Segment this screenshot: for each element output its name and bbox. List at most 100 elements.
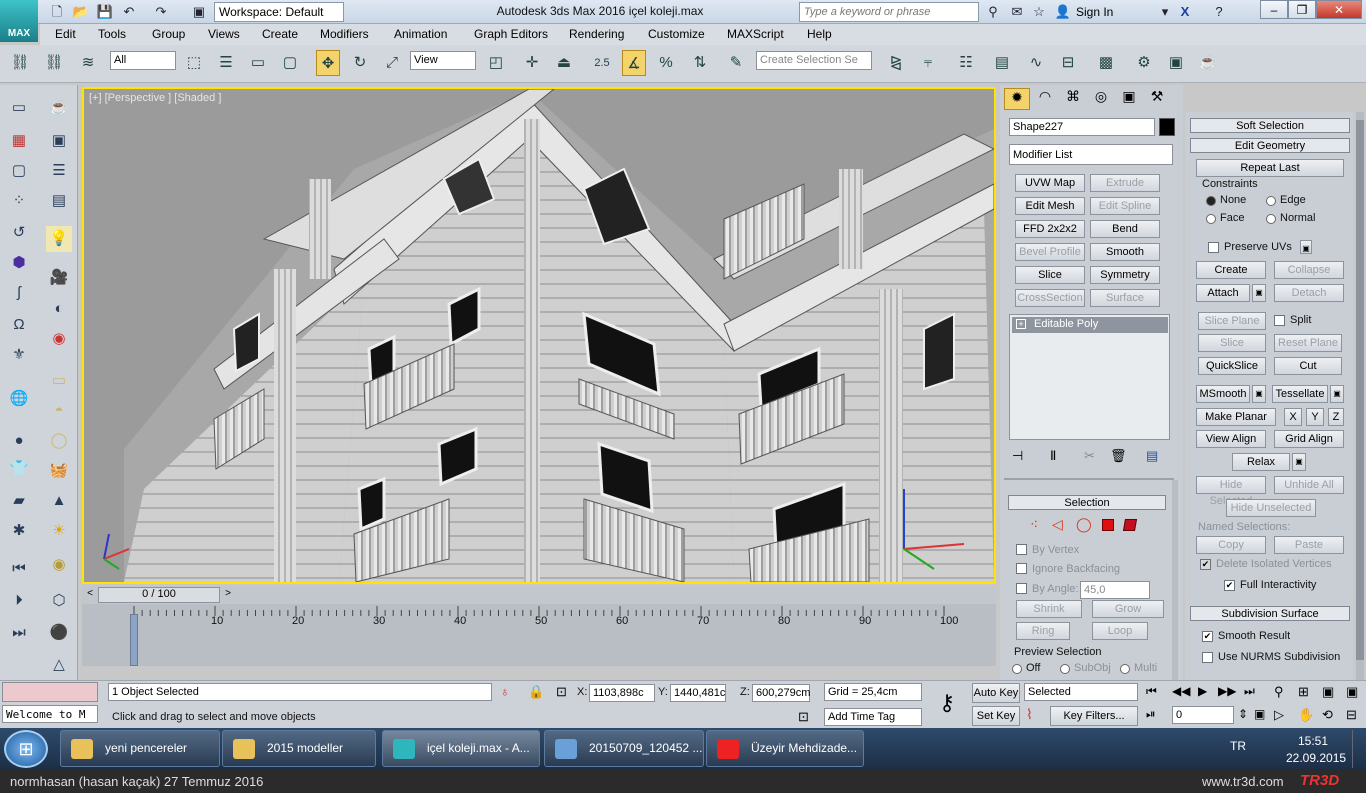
cloth-icon[interactable]: 👕: [6, 456, 32, 482]
geosphere-icon[interactable]: ⬢: [6, 250, 32, 276]
redo-icon[interactable]: ↷: [152, 3, 170, 20]
slice-plane-button[interactable]: Slice Plane: [1198, 312, 1266, 330]
scale-icon[interactable]: ⤢: [380, 50, 404, 76]
next-panel-icon[interactable]: ⏭: [6, 620, 32, 646]
current-frame-field[interactable]: 0: [1172, 706, 1234, 724]
selection-lock-icon[interactable]: 🔒: [528, 684, 544, 700]
attach-list-icon[interactable]: ▣: [1252, 284, 1266, 302]
msmooth-settings-icon[interactable]: ▣: [1252, 385, 1266, 403]
chevron-down-icon[interactable]: ▾: [1156, 3, 1174, 20]
menu-views[interactable]: Views: [208, 27, 240, 41]
dome-icon[interactable]: ◓: [46, 398, 72, 424]
preserve-uvs-checkbox[interactable]: [1208, 242, 1219, 253]
menu-customize[interactable]: Customize: [648, 27, 705, 41]
preserve-uvs-settings-icon[interactable]: ▣: [1300, 240, 1312, 254]
rollout-scroll-thumb[interactable]: [1356, 120, 1364, 660]
image-plane-icon[interactable]: ▣: [46, 128, 72, 154]
utilities-tab-icon[interactable]: ⚒: [1144, 88, 1170, 110]
create-button[interactable]: Create: [1196, 261, 1266, 279]
light-bulb-icon[interactable]: 💡: [46, 226, 72, 252]
edge-mode-icon[interactable]: ◁: [1052, 516, 1063, 533]
full-interactivity-checkbox[interactable]: ✔: [1224, 580, 1235, 591]
eraser-icon[interactable]: ▰: [6, 488, 32, 514]
y-coordinate-field[interactable]: 1440,481c: [670, 684, 726, 702]
ring-button[interactable]: Ring: [1016, 622, 1070, 640]
planar-z-button[interactable]: Z: [1328, 408, 1344, 426]
object-color-swatch[interactable]: [1159, 118, 1175, 136]
favorites-star-icon[interactable]: ☆: [1030, 3, 1048, 20]
plane-object-icon[interactable]: ▦: [6, 128, 32, 154]
align-icon[interactable]: ⫧: [916, 50, 940, 76]
play-icon[interactable]: ▶: [1198, 684, 1207, 698]
render-icon[interactable]: ◉: [46, 326, 72, 352]
time-tag-icon[interactable]: ⊡: [798, 709, 809, 725]
planar-y-button[interactable]: Y: [1306, 408, 1324, 426]
constraint-normal-radio[interactable]: [1266, 214, 1276, 224]
cone-icon[interactable]: ▲: [46, 488, 72, 514]
time-cursor[interactable]: [130, 614, 138, 666]
modifier-list-dropdown[interactable]: Modifier List: [1009, 144, 1173, 165]
modifier-button-ffd-2x2x2[interactable]: FFD 2x2x2: [1015, 220, 1085, 238]
sphere-icon[interactable]: ●: [6, 428, 32, 454]
mirror-icon[interactable]: ⧎: [884, 50, 908, 76]
relax-button[interactable]: Relax: [1232, 453, 1290, 471]
slice-button[interactable]: Slice: [1198, 334, 1266, 352]
object-name-field[interactable]: Shape227: [1009, 118, 1155, 136]
bend-icon[interactable]: ↺: [6, 220, 32, 246]
set-key-key-icon[interactable]: ⚷: [926, 683, 968, 725]
unlink-icon[interactable]: ⛓: [42, 50, 66, 76]
modifier-button-bevel-profile[interactable]: Bevel Profile: [1015, 243, 1085, 261]
sun-icon[interactable]: ☀: [46, 518, 72, 544]
named-selection-set-dropdown[interactable]: Create Selection Se: [756, 51, 872, 70]
relax-settings-icon[interactable]: ▣: [1292, 453, 1306, 471]
panel-scrollbar[interactable]: [1172, 480, 1178, 680]
time-configuration-icon[interactable]: ▣: [1254, 707, 1265, 721]
maxscript-listener-pink[interactable]: [2, 682, 98, 702]
communication-icon[interactable]: ✉: [1008, 3, 1026, 20]
menu-modifiers[interactable]: Modifiers: [320, 27, 369, 41]
key-mode-dropdown[interactable]: Selected: [1024, 683, 1138, 701]
absolute-mode-icon[interactable]: ⊡: [556, 684, 567, 700]
view-align-button[interactable]: View Align: [1196, 430, 1266, 448]
collapse-button[interactable]: Collapse: [1274, 261, 1344, 279]
menu-rendering[interactable]: Rendering: [569, 27, 624, 41]
undo-icon[interactable]: ↶: [120, 3, 138, 20]
taskbar-item[interactable]: yeni pencereler: [60, 730, 220, 767]
taskbar-item[interactable]: 20150709_120452 ...: [544, 730, 704, 767]
border-mode-icon[interactable]: ◯: [1076, 516, 1092, 533]
menu-group[interactable]: Group: [152, 27, 185, 41]
camera-icon[interactable]: 🎥: [46, 265, 72, 291]
vertex-mode-icon[interactable]: ⁖: [1030, 516, 1038, 533]
perspective-viewport[interactable]: [+] [Perspective ] [Shaded ]: [82, 87, 996, 584]
bind-space-warp-icon[interactable]: ≋: [76, 50, 100, 76]
slider-prev-icon[interactable]: <: [84, 588, 96, 602]
minimize-button[interactable]: –: [1260, 0, 1288, 19]
grow-button[interactable]: Grow: [1092, 600, 1164, 618]
soft-selection-header[interactable]: Soft Selection: [1190, 118, 1350, 133]
reference-coordinate-dropdown[interactable]: View: [410, 51, 476, 70]
cut-button[interactable]: Cut: [1274, 357, 1342, 375]
menu-maxscript[interactable]: MAXScript: [727, 27, 784, 41]
blocks-icon[interactable]: ⬡: [46, 588, 72, 614]
graphite-ribbon-icon[interactable]: ▤: [990, 50, 1014, 76]
render-production-icon[interactable]: ☕: [1196, 50, 1220, 76]
make-planar-button[interactable]: Make Planar: [1196, 408, 1276, 426]
motion-tab-icon[interactable]: ◎: [1088, 88, 1114, 110]
workspace-dropdown[interactable]: Workspace: Default: [214, 2, 344, 22]
hide-unselected-button[interactable]: Hide Unselected: [1226, 499, 1316, 517]
detach-button[interactable]: Detach: [1274, 284, 1344, 302]
attach-button[interactable]: Attach: [1196, 284, 1250, 302]
selection-rollout-header[interactable]: Selection: [1008, 495, 1166, 510]
modifier-button-uvw-map[interactable]: UVW Map: [1015, 174, 1085, 192]
spline-icon[interactable]: ʃ: [6, 280, 32, 306]
goto-end-icon[interactable]: ⏭: [1244, 684, 1255, 699]
curve-editor-icon[interactable]: ∿: [1024, 50, 1048, 76]
rectangle-shape-icon[interactable]: ▢: [6, 158, 32, 184]
hierarchy-tab-icon[interactable]: ⌘: [1060, 88, 1086, 110]
modifier-button-surface[interactable]: Surface: [1090, 289, 1160, 307]
preview-off-radio[interactable]: [1012, 664, 1022, 674]
show-end-result-icon[interactable]: Ⅱ: [1050, 448, 1056, 464]
edit-named-selection-icon[interactable]: ✎: [724, 50, 748, 76]
menu-graph-editors[interactable]: Graph Editors: [474, 27, 548, 41]
preview-multi-radio[interactable]: [1120, 664, 1130, 674]
